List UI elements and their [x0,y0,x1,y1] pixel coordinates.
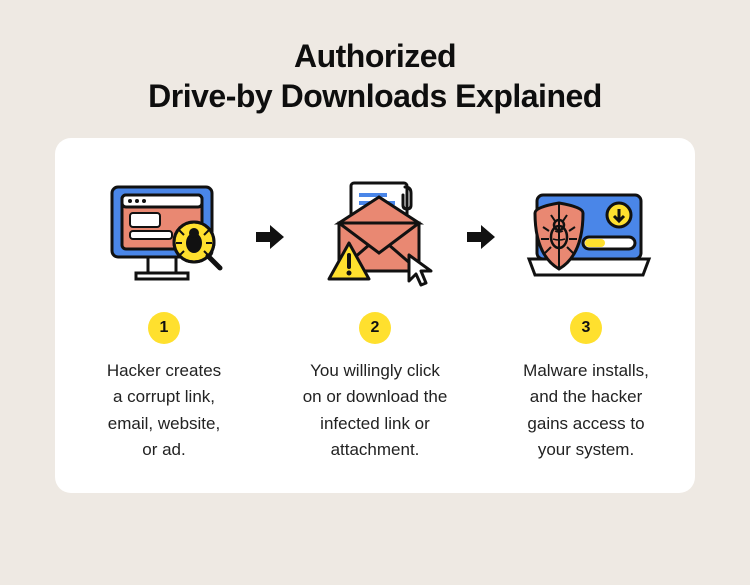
hacker-creates-link-icon [89,172,239,302]
title-line-1: Authorized [294,38,456,74]
step-3-caption: Malware installs, and the hacker gains a… [523,358,649,463]
malware-installs-icon [511,172,661,302]
step-1: 1 Hacker creates a corrupt link, email, … [79,172,249,463]
step-3-number: 3 [570,312,602,344]
steps-card: 1 Hacker creates a corrupt link, email, … [55,138,695,493]
arrow-1-2-icon [256,172,284,302]
title-line-2: Drive-by Downloads Explained [148,78,602,114]
page-title: Authorized Drive-by Downloads Explained [148,36,602,116]
step-2-number: 2 [359,312,391,344]
step-1-number: 1 [148,312,180,344]
arrow-2-3-icon [467,172,495,302]
step-3: 3 Malware installs, and the hacker gains… [501,172,671,463]
click-infected-email-icon [300,172,450,302]
step-2: 2 You willingly click on or download the… [290,172,460,463]
step-1-caption: Hacker creates a corrupt link, email, we… [107,358,221,463]
step-2-caption: You willingly click on or download the i… [303,358,448,463]
